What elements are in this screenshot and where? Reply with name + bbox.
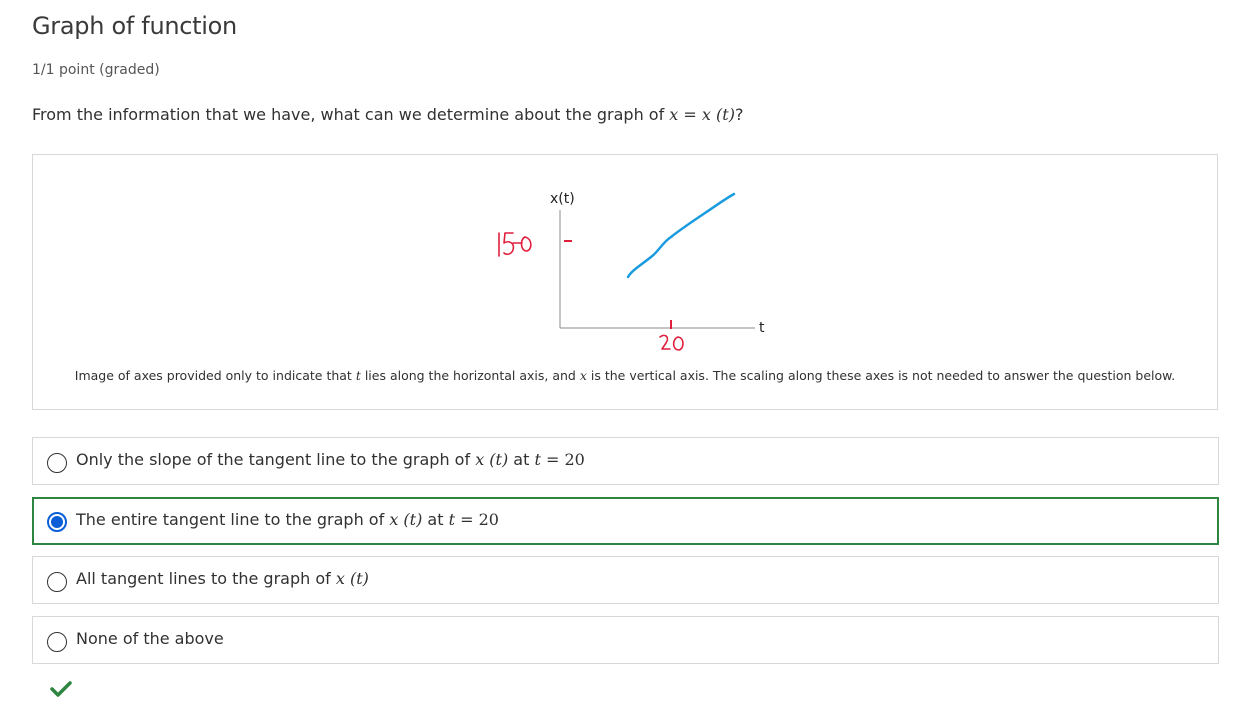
function-curve xyxy=(626,192,736,279)
x-axis-label: t xyxy=(759,320,765,336)
question-arg: (t) xyxy=(710,105,735,124)
figure-container: x(t) t Image of axes provided only to in… xyxy=(32,154,1218,410)
radio-button[interactable] xyxy=(47,453,67,473)
answer-option-1[interactable]: Only the slope of the tangent line to th… xyxy=(32,437,1219,485)
question-var: x xyxy=(669,105,679,124)
option-math-fn: x xyxy=(335,569,345,588)
option-math-arg: (t) xyxy=(484,450,509,469)
option-label[interactable]: Only the slope of the tangent line to th… xyxy=(76,450,585,469)
option-tail-eq: = 20 xyxy=(540,450,585,469)
option-label[interactable]: None of the above xyxy=(76,629,224,648)
caption-part3: is the vertical axis. The scaling along … xyxy=(586,368,1176,383)
option-tail-text: at xyxy=(508,450,535,469)
option-math-arg: (t) xyxy=(398,510,423,529)
question-eq: = xyxy=(678,105,702,124)
option-label[interactable]: All tangent lines to the graph of x (t) xyxy=(76,569,369,588)
answer-option-4[interactable]: None of the above xyxy=(32,616,1219,664)
question-fn: x xyxy=(701,105,711,124)
points-label: 1/1 point (graded) xyxy=(32,62,160,78)
checkmark-icon xyxy=(50,681,72,697)
problem-title: Graph of function xyxy=(32,12,237,40)
option-tail-eq: = 20 xyxy=(455,510,499,529)
option-text: All tangent lines to the graph of xyxy=(76,569,336,588)
option-math-fn: x xyxy=(389,510,399,529)
caption-part1: Image of axes provided only to indicate … xyxy=(74,368,356,383)
question-suffix: ? xyxy=(734,105,744,124)
answer-option-2[interactable]: The entire tangent line to the graph of … xyxy=(32,497,1219,545)
answer-option-3[interactable]: All tangent lines to the graph of x (t) xyxy=(32,556,1219,604)
option-math-fn: x xyxy=(475,450,485,469)
option-math-arg: (t) xyxy=(344,569,369,588)
question-text: From the information that we have, what … xyxy=(32,105,743,124)
radio-button[interactable] xyxy=(47,572,67,592)
caption-var-x: x xyxy=(579,368,587,383)
option-label[interactable]: The entire tangent line to the graph of … xyxy=(76,510,499,529)
option-text: The entire tangent line to the graph of xyxy=(76,510,390,529)
y-axis-label: x(t) xyxy=(550,191,575,207)
caption-part2: lies along the horizontal axis, and xyxy=(360,368,580,383)
option-text: None of the above xyxy=(76,629,224,648)
radio-dot xyxy=(51,516,63,528)
x-handwritten-20 xyxy=(659,334,684,351)
y-handwritten-150 xyxy=(498,232,532,257)
question-prefix: From the information that we have, what … xyxy=(32,105,670,124)
radio-button[interactable] xyxy=(47,632,67,652)
figure-caption: Image of axes provided only to indicate … xyxy=(33,368,1217,383)
option-tail-text: at xyxy=(422,510,449,529)
option-text: Only the slope of the tangent line to th… xyxy=(76,450,476,469)
radio-button-selected[interactable] xyxy=(47,512,67,532)
axes-sketch-image: x(t) t xyxy=(498,191,765,351)
